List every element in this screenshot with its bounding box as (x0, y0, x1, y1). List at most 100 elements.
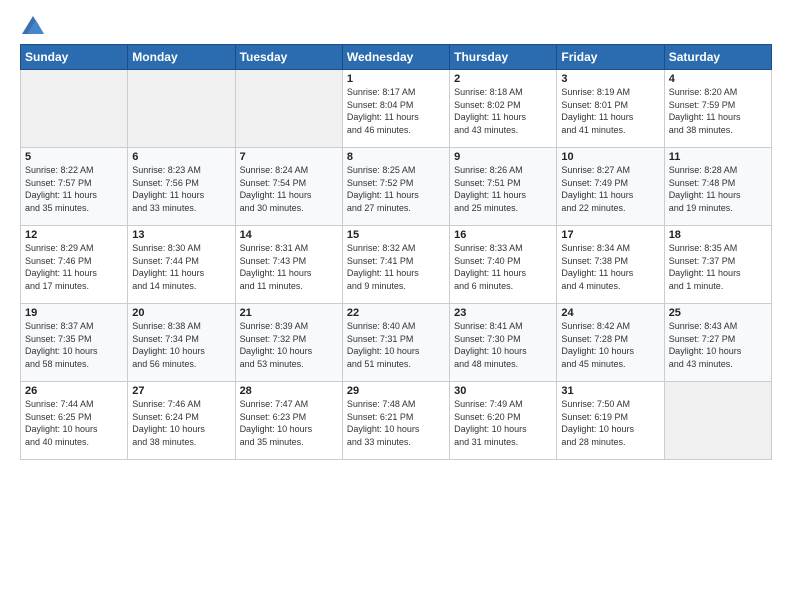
day-cell-6: 6Sunrise: 8:23 AM Sunset: 7:56 PM Daylig… (128, 148, 235, 226)
day-number: 20 (132, 307, 230, 319)
day-cell-21: 21Sunrise: 8:39 AM Sunset: 7:32 PM Dayli… (235, 304, 342, 382)
day-info: Sunrise: 8:38 AM Sunset: 7:34 PM Dayligh… (132, 320, 230, 370)
weekday-header-sunday: Sunday (21, 45, 128, 70)
day-number: 12 (25, 229, 123, 241)
day-number: 29 (347, 385, 445, 397)
day-info: Sunrise: 8:17 AM Sunset: 8:04 PM Dayligh… (347, 86, 445, 136)
day-cell-1: 1Sunrise: 8:17 AM Sunset: 8:04 PM Daylig… (342, 70, 449, 148)
weekday-header-saturday: Saturday (664, 45, 771, 70)
day-info: Sunrise: 8:42 AM Sunset: 7:28 PM Dayligh… (561, 320, 659, 370)
day-cell-18: 18Sunrise: 8:35 AM Sunset: 7:37 PM Dayli… (664, 226, 771, 304)
day-number: 23 (454, 307, 552, 319)
weekday-header-monday: Monday (128, 45, 235, 70)
day-number: 3 (561, 73, 659, 85)
day-info: Sunrise: 8:18 AM Sunset: 8:02 PM Dayligh… (454, 86, 552, 136)
weekday-header-thursday: Thursday (450, 45, 557, 70)
day-info: Sunrise: 8:25 AM Sunset: 7:52 PM Dayligh… (347, 164, 445, 214)
day-cell-16: 16Sunrise: 8:33 AM Sunset: 7:40 PM Dayli… (450, 226, 557, 304)
day-number: 6 (132, 151, 230, 163)
day-info: Sunrise: 8:41 AM Sunset: 7:30 PM Dayligh… (454, 320, 552, 370)
day-info: Sunrise: 8:37 AM Sunset: 7:35 PM Dayligh… (25, 320, 123, 370)
weekday-header-wednesday: Wednesday (342, 45, 449, 70)
day-cell-5: 5Sunrise: 8:22 AM Sunset: 7:57 PM Daylig… (21, 148, 128, 226)
day-cell-13: 13Sunrise: 8:30 AM Sunset: 7:44 PM Dayli… (128, 226, 235, 304)
day-cell-31: 31Sunrise: 7:50 AM Sunset: 6:19 PM Dayli… (557, 382, 664, 460)
week-row-2: 5Sunrise: 8:22 AM Sunset: 7:57 PM Daylig… (21, 148, 772, 226)
day-cell-7: 7Sunrise: 8:24 AM Sunset: 7:54 PM Daylig… (235, 148, 342, 226)
day-info: Sunrise: 8:40 AM Sunset: 7:31 PM Dayligh… (347, 320, 445, 370)
day-cell-17: 17Sunrise: 8:34 AM Sunset: 7:38 PM Dayli… (557, 226, 664, 304)
day-info: Sunrise: 8:24 AM Sunset: 7:54 PM Dayligh… (240, 164, 338, 214)
day-cell-15: 15Sunrise: 8:32 AM Sunset: 7:41 PM Dayli… (342, 226, 449, 304)
week-row-3: 12Sunrise: 8:29 AM Sunset: 7:46 PM Dayli… (21, 226, 772, 304)
day-number: 19 (25, 307, 123, 319)
day-cell-27: 27Sunrise: 7:46 AM Sunset: 6:24 PM Dayli… (128, 382, 235, 460)
day-cell-22: 22Sunrise: 8:40 AM Sunset: 7:31 PM Dayli… (342, 304, 449, 382)
day-cell-11: 11Sunrise: 8:28 AM Sunset: 7:48 PM Dayli… (664, 148, 771, 226)
calendar-table: SundayMondayTuesdayWednesdayThursdayFrid… (20, 44, 772, 460)
day-number: 10 (561, 151, 659, 163)
day-cell-19: 19Sunrise: 8:37 AM Sunset: 7:35 PM Dayli… (21, 304, 128, 382)
day-info: Sunrise: 7:46 AM Sunset: 6:24 PM Dayligh… (132, 398, 230, 448)
day-info: Sunrise: 8:31 AM Sunset: 7:43 PM Dayligh… (240, 242, 338, 292)
day-info: Sunrise: 8:23 AM Sunset: 7:56 PM Dayligh… (132, 164, 230, 214)
day-number: 14 (240, 229, 338, 241)
day-cell-9: 9Sunrise: 8:26 AM Sunset: 7:51 PM Daylig… (450, 148, 557, 226)
day-info: Sunrise: 7:44 AM Sunset: 6:25 PM Dayligh… (25, 398, 123, 448)
day-number: 30 (454, 385, 552, 397)
day-number: 11 (669, 151, 767, 163)
day-number: 4 (669, 73, 767, 85)
day-cell-3: 3Sunrise: 8:19 AM Sunset: 8:01 PM Daylig… (557, 70, 664, 148)
day-number: 13 (132, 229, 230, 241)
empty-cell (128, 70, 235, 148)
day-cell-26: 26Sunrise: 7:44 AM Sunset: 6:25 PM Dayli… (21, 382, 128, 460)
day-number: 28 (240, 385, 338, 397)
day-info: Sunrise: 8:43 AM Sunset: 7:27 PM Dayligh… (669, 320, 767, 370)
day-info: Sunrise: 7:49 AM Sunset: 6:20 PM Dayligh… (454, 398, 552, 448)
day-number: 31 (561, 385, 659, 397)
day-info: Sunrise: 8:30 AM Sunset: 7:44 PM Dayligh… (132, 242, 230, 292)
empty-cell (235, 70, 342, 148)
day-info: Sunrise: 7:47 AM Sunset: 6:23 PM Dayligh… (240, 398, 338, 448)
day-cell-14: 14Sunrise: 8:31 AM Sunset: 7:43 PM Dayli… (235, 226, 342, 304)
day-info: Sunrise: 8:32 AM Sunset: 7:41 PM Dayligh… (347, 242, 445, 292)
day-number: 2 (454, 73, 552, 85)
day-info: Sunrise: 8:29 AM Sunset: 7:46 PM Dayligh… (25, 242, 123, 292)
day-number: 24 (561, 307, 659, 319)
day-number: 22 (347, 307, 445, 319)
day-number: 1 (347, 73, 445, 85)
day-number: 21 (240, 307, 338, 319)
empty-cell (21, 70, 128, 148)
day-number: 15 (347, 229, 445, 241)
weekday-header-row: SundayMondayTuesdayWednesdayThursdayFrid… (21, 45, 772, 70)
day-cell-12: 12Sunrise: 8:29 AM Sunset: 7:46 PM Dayli… (21, 226, 128, 304)
day-info: Sunrise: 7:50 AM Sunset: 6:19 PM Dayligh… (561, 398, 659, 448)
weekday-header-friday: Friday (557, 45, 664, 70)
day-number: 26 (25, 385, 123, 397)
day-cell-4: 4Sunrise: 8:20 AM Sunset: 7:59 PM Daylig… (664, 70, 771, 148)
day-number: 8 (347, 151, 445, 163)
day-number: 27 (132, 385, 230, 397)
day-cell-20: 20Sunrise: 8:38 AM Sunset: 7:34 PM Dayli… (128, 304, 235, 382)
day-cell-30: 30Sunrise: 7:49 AM Sunset: 6:20 PM Dayli… (450, 382, 557, 460)
weekday-header-tuesday: Tuesday (235, 45, 342, 70)
day-cell-28: 28Sunrise: 7:47 AM Sunset: 6:23 PM Dayli… (235, 382, 342, 460)
day-cell-2: 2Sunrise: 8:18 AM Sunset: 8:02 PM Daylig… (450, 70, 557, 148)
day-cell-23: 23Sunrise: 8:41 AM Sunset: 7:30 PM Dayli… (450, 304, 557, 382)
day-info: Sunrise: 8:22 AM Sunset: 7:57 PM Dayligh… (25, 164, 123, 214)
day-cell-24: 24Sunrise: 8:42 AM Sunset: 7:28 PM Dayli… (557, 304, 664, 382)
day-info: Sunrise: 8:34 AM Sunset: 7:38 PM Dayligh… (561, 242, 659, 292)
day-cell-8: 8Sunrise: 8:25 AM Sunset: 7:52 PM Daylig… (342, 148, 449, 226)
day-number: 16 (454, 229, 552, 241)
day-info: Sunrise: 8:35 AM Sunset: 7:37 PM Dayligh… (669, 242, 767, 292)
header (20, 16, 772, 34)
day-info: Sunrise: 8:20 AM Sunset: 7:59 PM Dayligh… (669, 86, 767, 136)
week-row-5: 26Sunrise: 7:44 AM Sunset: 6:25 PM Dayli… (21, 382, 772, 460)
day-number: 17 (561, 229, 659, 241)
day-cell-29: 29Sunrise: 7:48 AM Sunset: 6:21 PM Dayli… (342, 382, 449, 460)
day-info: Sunrise: 7:48 AM Sunset: 6:21 PM Dayligh… (347, 398, 445, 448)
day-cell-25: 25Sunrise: 8:43 AM Sunset: 7:27 PM Dayli… (664, 304, 771, 382)
day-info: Sunrise: 8:19 AM Sunset: 8:01 PM Dayligh… (561, 86, 659, 136)
day-info: Sunrise: 8:27 AM Sunset: 7:49 PM Dayligh… (561, 164, 659, 214)
day-number: 7 (240, 151, 338, 163)
